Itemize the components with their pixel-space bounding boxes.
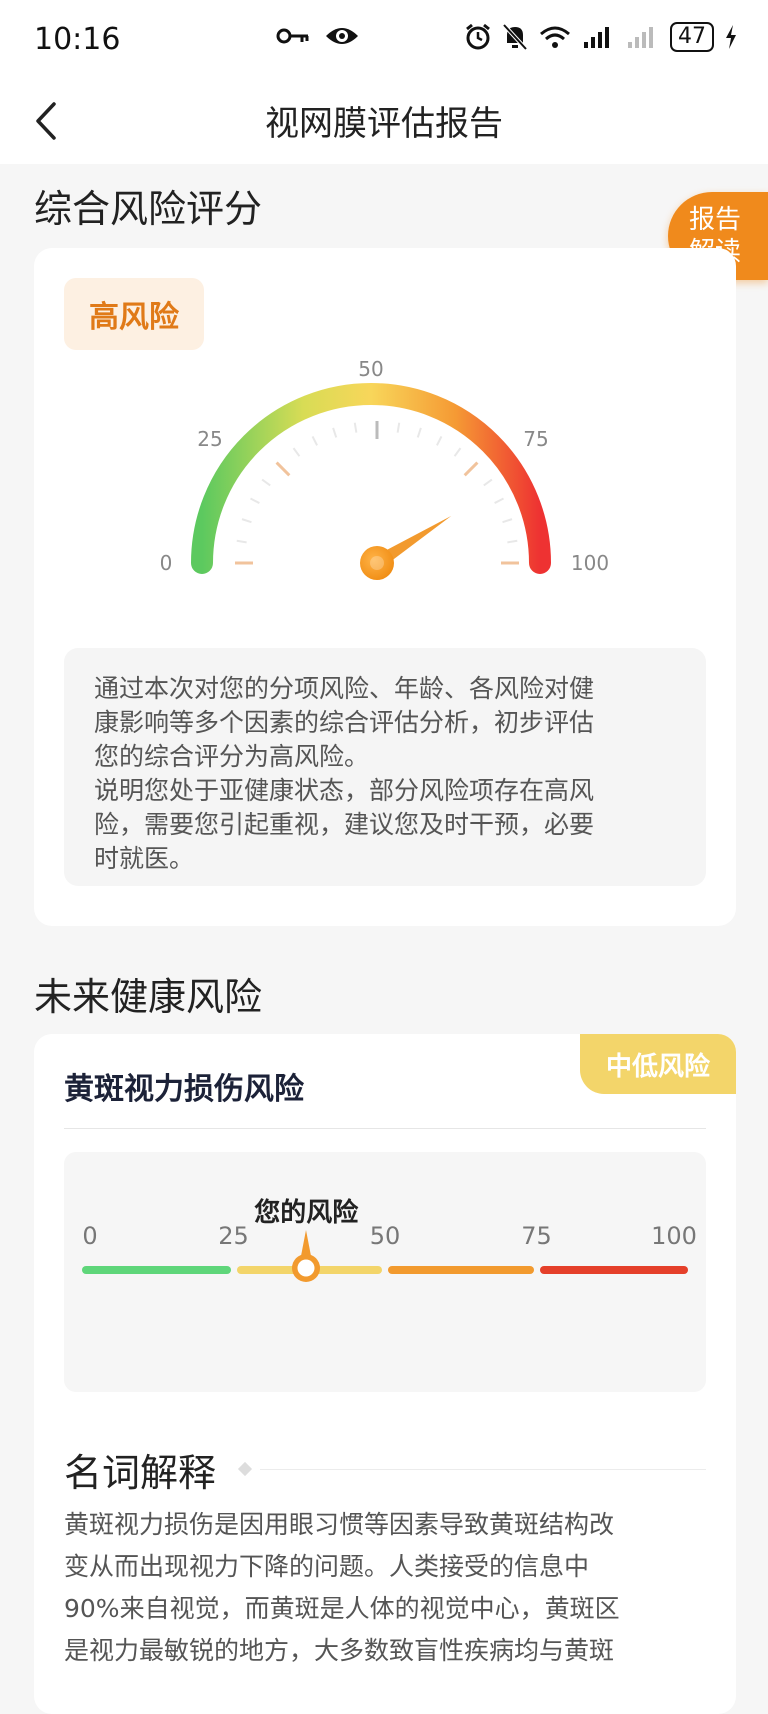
wifi-icon [540,26,570,48]
status-bar: 10:16 47 [0,0,768,80]
mute-bell-icon [502,23,528,51]
gauge-tick-label: 75 [523,427,548,451]
gauge-tick-label: 100 [571,551,609,575]
description-line: 康影响等多个因素的综合评估分析，初步评估 [94,708,595,737]
term-line: 变从而出现视力下降的问题。人类接受的信息中 [64,1552,590,1581]
future-section-title: 未来健康风险 [34,975,263,1019]
gauge-tick-mark [483,478,493,487]
eye-icon [326,28,358,44]
gauge-tick-mark [416,427,422,438]
gauge-tick-mark [353,422,358,433]
scale-tick-label: 0 [82,1222,98,1250]
gauge-tick-mark [292,447,301,457]
scale-tick-label: 25 [218,1222,249,1250]
risk-level-badge: 高风险 [64,278,204,350]
gauge-tick-mark [463,461,479,477]
term-explanation-text: 黄斑视力损伤是因用眼习惯等因素导致黄斑结构改 变从而出现视力下降的问题。人类接受… [64,1504,706,1672]
scale-segment-medium-high [388,1266,534,1274]
description-line: 通过本次对您的分项风险、年龄、各风险对健 [94,674,595,703]
risk-marker-icon [292,1230,321,1282]
gauge-tick-mark [241,518,252,524]
scale-segment-low [82,1266,231,1274]
term-line: 是视力最敏锐的地方，大多数致盲性疾病均与黄斑 [64,1636,615,1665]
signal-empty-icon [628,27,653,48]
scale-tick-label: 100 [651,1222,697,1250]
gauge-tick-mark [507,539,518,544]
page-title: 视网膜评估报告 [265,104,503,144]
gauge-tick-mark [261,478,271,487]
description-line: 险，需要您引起重视，建议您及时干预，必要 [94,810,595,839]
description-line: 时就医。 [94,844,195,873]
description-line: 您的综合评分为高风险。 [94,742,370,771]
macular-risk-title: 黄斑视力损伤风险 [64,1072,304,1107]
gauge-tick-mark [311,436,318,446]
battery-level: 47 [670,22,714,52]
gauge-tick-mark [332,427,338,438]
gauge-tick-mark [453,447,462,457]
gauge-tick-label: 50 [358,358,383,381]
gauge-tick-mark [275,461,291,477]
gauge-arc [191,383,551,574]
scale-tick-label: 50 [369,1222,401,1250]
description-line: 说明您处于亚健康状态，部分风险项存在高风 [94,776,595,805]
status-time: 10:16 [34,22,121,57]
gauge-knob-center [370,556,384,570]
gauge-tick-label: 25 [197,427,222,451]
risk-scale: 您的风险 0 25 50 75 100 [64,1152,706,1392]
report-interpretation-line1: 报告 [688,205,741,235]
gauge-tick-mark [502,518,513,524]
scale-tick-label: 75 [521,1222,552,1250]
term-line: 90%来自视觉，而黄斑是人体的视觉中心，黄斑区 [64,1594,620,1623]
risk-level-badge: 中低风险 [580,1034,736,1094]
your-risk-label: 您的风险 [254,1198,359,1228]
gauge-tick-mark [494,497,504,504]
signal-4g-icon [584,27,609,48]
divider [260,1469,706,1470]
alarm-icon [466,23,490,50]
gauge-tick-label: 0 [160,551,173,575]
overall-score-card: 高风险 0 25 50 75 100 通过本次对您的分项风险、年龄、各风险对健 [34,248,736,926]
gauge-tick-mark [250,497,260,504]
nav-bar: 视网膜评估报告 [0,80,768,164]
gauge-tick-mark [436,436,443,446]
gauge-tick-mark [236,539,247,544]
diamond-icon [237,1461,253,1477]
term-explanation-title: 名词解释 [64,1451,217,1495]
key-icon [276,28,309,44]
macular-risk-card: 黄斑视力损伤风险 中低风险 您的风险 0 25 50 75 100 名词解释 黄… [34,1034,736,1714]
risk-gauge: 0 25 50 75 100 [160,358,609,580]
status-right-icons: 47 [464,22,738,52]
scale-segment-high [539,1266,688,1274]
divider [64,1128,706,1129]
gauge-tick-mark [396,422,401,433]
status-mid-icons [276,24,360,48]
charging-icon [726,25,736,49]
overall-description: 通过本次对您的分项风险、年龄、各风险对健 康影响等多个因素的综合评估分析，初步评… [64,648,706,886]
term-line: 黄斑视力损伤是因用眼习惯等因素导致黄斑结构改 [64,1510,615,1539]
overall-section-title: 综合风险评分 [34,187,263,231]
